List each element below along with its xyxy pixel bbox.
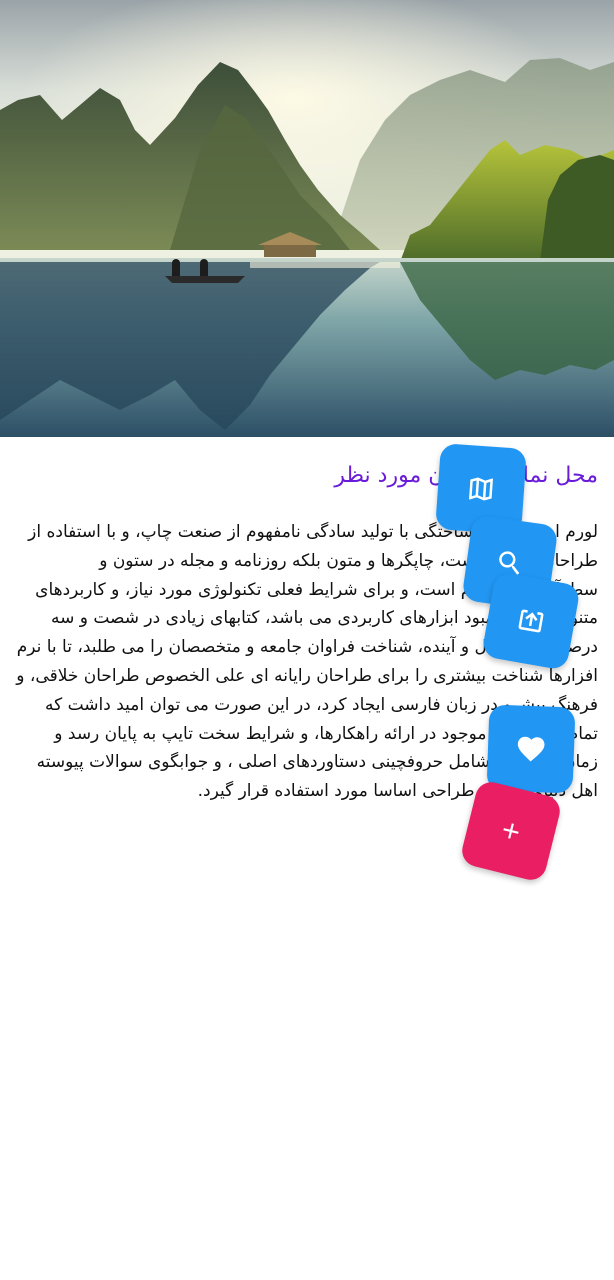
share-icon — [518, 609, 544, 633]
hero-image — [0, 0, 614, 437]
share-button[interactable] — [481, 571, 581, 671]
heart-icon — [517, 736, 545, 762]
plus-icon — [503, 823, 519, 839]
favorite-button[interactable] — [486, 704, 576, 794]
map-icon — [469, 477, 493, 501]
detail-screen: محل نمایش عنوان مورد نظر لورم ایپسوم متن… — [0, 0, 614, 1280]
